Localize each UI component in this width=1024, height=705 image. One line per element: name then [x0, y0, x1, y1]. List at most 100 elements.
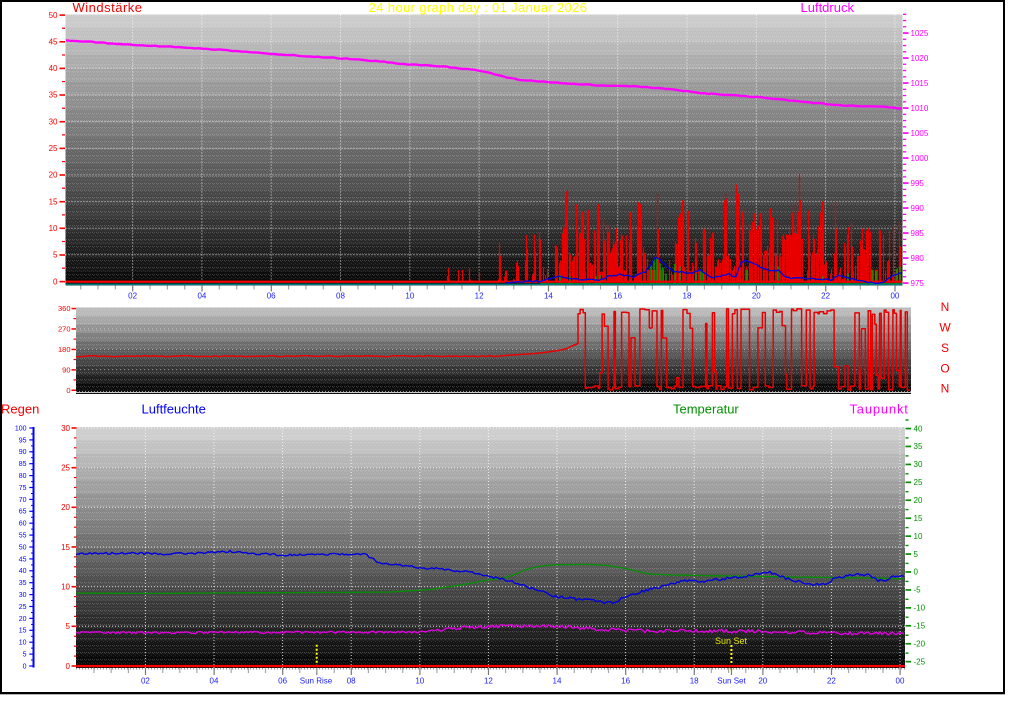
svg-text:995: 995: [911, 179, 925, 188]
svg-text:N: N: [941, 382, 950, 396]
svg-text:W: W: [939, 320, 951, 334]
svg-text:1005: 1005: [911, 129, 929, 138]
svg-text:Sun Rise: Sun Rise: [300, 677, 333, 686]
svg-text:Luftdruck: Luftdruck: [801, 0, 855, 15]
svg-text:75: 75: [19, 485, 27, 492]
svg-text:22: 22: [827, 677, 836, 686]
svg-text:-20: -20: [914, 640, 926, 649]
svg-text:Taupunkt: Taupunkt: [850, 402, 909, 417]
svg-text:10: 10: [914, 532, 923, 541]
svg-text:20: 20: [914, 496, 923, 505]
svg-text:975: 975: [911, 279, 925, 288]
svg-text:02: 02: [141, 677, 150, 686]
svg-text:35: 35: [914, 442, 923, 451]
svg-text:15: 15: [914, 514, 923, 523]
svg-text:Temperatur: Temperatur: [673, 402, 739, 417]
svg-text:80: 80: [19, 473, 27, 480]
svg-text:10: 10: [19, 640, 27, 647]
svg-text:10: 10: [49, 224, 58, 233]
svg-text:Regen: Regen: [1, 402, 39, 417]
svg-text:70: 70: [19, 497, 27, 504]
svg-text:30: 30: [49, 117, 58, 126]
svg-text:90: 90: [19, 449, 27, 456]
svg-text:10: 10: [415, 677, 424, 686]
svg-text:1010: 1010: [911, 104, 929, 113]
svg-text:08: 08: [347, 677, 356, 686]
svg-text:06: 06: [267, 292, 276, 301]
svg-text:985: 985: [911, 229, 925, 238]
svg-text:25: 25: [61, 464, 70, 473]
svg-text:30: 30: [914, 460, 923, 469]
svg-text:16: 16: [613, 292, 622, 301]
svg-text:25: 25: [19, 604, 27, 611]
svg-text:15: 15: [49, 197, 58, 206]
svg-text:1020: 1020: [911, 54, 929, 63]
svg-text:-25: -25: [914, 657, 926, 666]
svg-text:45: 45: [49, 38, 58, 47]
svg-text:20: 20: [49, 171, 58, 180]
svg-text:1015: 1015: [911, 79, 929, 88]
svg-text:45: 45: [19, 556, 27, 563]
svg-text:65: 65: [19, 509, 27, 516]
svg-text:0: 0: [66, 662, 71, 671]
svg-text:0: 0: [914, 568, 919, 577]
svg-text:16: 16: [621, 677, 630, 686]
svg-text:Sun Set: Sun Set: [717, 677, 746, 686]
svg-text:15: 15: [61, 543, 70, 552]
svg-text:04: 04: [197, 292, 206, 301]
svg-text:12: 12: [475, 292, 484, 301]
svg-text:5: 5: [53, 251, 58, 260]
svg-text:02: 02: [128, 292, 137, 301]
svg-text:50: 50: [19, 544, 27, 551]
svg-text:0: 0: [53, 277, 58, 286]
svg-text:90: 90: [62, 365, 70, 374]
svg-text:14: 14: [544, 292, 553, 301]
svg-text:20: 20: [19, 616, 27, 623]
svg-text:100: 100: [15, 425, 27, 432]
svg-text:60: 60: [19, 521, 27, 528]
svg-text:990: 990: [911, 204, 925, 213]
svg-text:0: 0: [23, 663, 27, 670]
svg-text:10: 10: [405, 292, 414, 301]
svg-text:270: 270: [58, 325, 71, 334]
svg-text:00: 00: [890, 292, 899, 301]
svg-text:N: N: [941, 300, 950, 314]
svg-text:18: 18: [683, 292, 692, 301]
svg-text:S: S: [941, 341, 949, 355]
svg-text:55: 55: [19, 533, 27, 540]
svg-text:Luftfeuchte: Luftfeuchte: [142, 402, 206, 417]
svg-text:35: 35: [49, 91, 58, 100]
svg-text:35: 35: [19, 580, 27, 587]
svg-text:-10: -10: [914, 604, 926, 613]
svg-text:15: 15: [19, 628, 27, 635]
svg-text:30: 30: [61, 424, 70, 433]
svg-text:25: 25: [49, 144, 58, 153]
svg-text:10: 10: [61, 583, 70, 592]
svg-text:5: 5: [66, 622, 71, 631]
svg-text:20: 20: [752, 292, 761, 301]
svg-text:5: 5: [914, 550, 919, 559]
svg-text:40: 40: [914, 424, 923, 433]
svg-text:O: O: [940, 361, 949, 375]
svg-text:5: 5: [23, 652, 27, 659]
svg-text:50: 50: [49, 11, 58, 20]
svg-text:40: 40: [49, 64, 58, 73]
svg-text:40: 40: [19, 568, 27, 575]
svg-text:12: 12: [484, 677, 493, 686]
svg-text:1025: 1025: [911, 29, 929, 38]
svg-text:18: 18: [690, 677, 699, 686]
svg-text:08: 08: [336, 292, 345, 301]
svg-text:20: 20: [61, 503, 70, 512]
svg-text:Windstärke: Windstärke: [73, 0, 143, 15]
svg-text:95: 95: [19, 437, 27, 444]
svg-text:360: 360: [58, 304, 71, 313]
svg-text:30: 30: [19, 592, 27, 599]
svg-text:0: 0: [66, 386, 70, 395]
svg-text:00: 00: [896, 677, 905, 686]
svg-text:06: 06: [278, 677, 287, 686]
svg-text:24 hour graph day : 01 Januar: 24 hour graph day : 01 Januar 2026: [369, 0, 588, 15]
svg-text:04: 04: [210, 677, 219, 686]
svg-text:85: 85: [19, 461, 27, 468]
svg-text:-15: -15: [914, 622, 926, 631]
svg-text:25: 25: [914, 478, 923, 487]
